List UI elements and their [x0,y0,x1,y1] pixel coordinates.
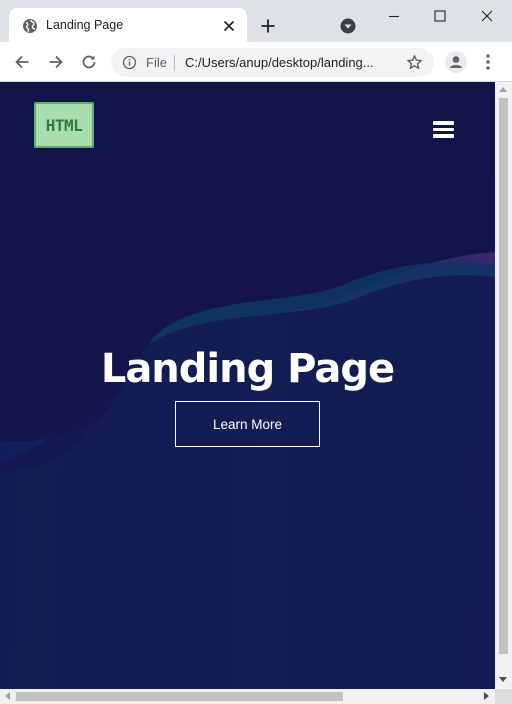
info-icon[interactable] [122,55,137,70]
browser-toolbar: File C:/Users/anup/desktop/landing... [0,42,512,82]
arrow-left-icon[interactable] [12,52,32,72]
reload-icon[interactable] [79,52,99,72]
star-icon[interactable] [406,54,423,71]
horizontal-scroll-thumb[interactable] [16,692,343,701]
arrow-right-icon[interactable] [46,52,66,72]
vertical-scroll-thumb[interactable] [499,98,508,654]
close-icon[interactable] [221,18,237,34]
scrollbar-corner [495,689,512,704]
vertical-scrollbar[interactable] [495,82,512,689]
omnibox-divider [174,55,175,71]
scroll-left-arrow-icon[interactable] [5,692,10,700]
hero-title: Landing Page [100,346,395,392]
browser-titlebar: Landing Page [0,0,512,42]
scroll-down-arrow-icon[interactable] [499,677,507,682]
logo-text: HTML [45,115,83,135]
chevron-down-circle-icon[interactable] [340,18,356,34]
person-icon [450,56,462,68]
hero-section: HTML Landing Page Learn More [0,82,495,689]
window-close-icon[interactable] [476,6,498,26]
horizontal-scrollbar[interactable] [0,689,495,704]
hamburger-menu-icon[interactable] [433,121,454,138]
scroll-right-arrow-icon[interactable] [484,692,489,700]
address-bar[interactable]: File C:/Users/anup/desktop/landing... [111,48,434,77]
maximize-icon[interactable] [429,6,451,26]
url-text[interactable]: C:/Users/anup/desktop/landing... [185,55,395,70]
learn-more-button[interactable]: Learn More [175,401,320,447]
profile-button[interactable] [445,51,467,73]
page-viewport: HTML Landing Page Learn More [0,82,495,689]
browser-tab[interactable]: Landing Page [9,8,247,42]
site-logo[interactable]: HTML [34,102,94,148]
minimize-icon[interactable] [383,6,405,26]
scroll-up-arrow-icon[interactable] [499,87,507,92]
plus-icon[interactable] [259,17,277,35]
url-scheme-label: File [146,55,167,70]
tab-title: Landing Page [46,18,124,32]
kebab-menu-icon[interactable] [484,53,492,71]
globe-icon [23,19,37,33]
